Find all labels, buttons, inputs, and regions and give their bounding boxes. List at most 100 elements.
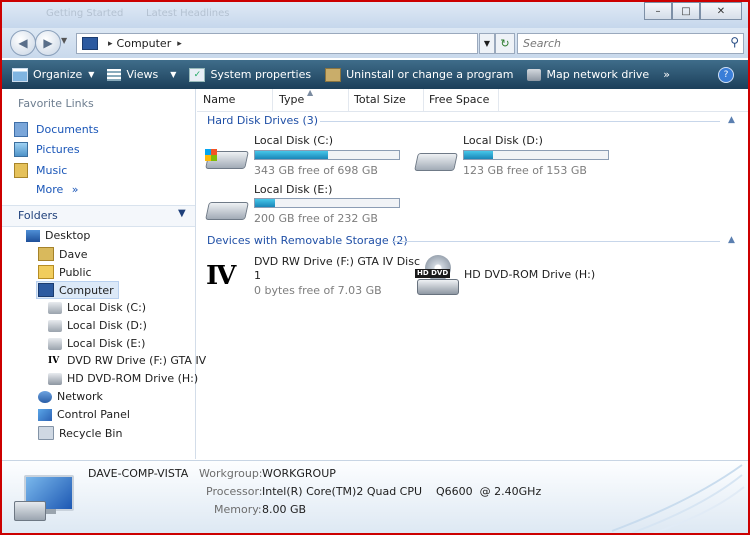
refresh-icon: ↻ [500, 37, 510, 50]
map-network-drive-button[interactable]: Map network drive [527, 68, 649, 81]
uninstall-button[interactable]: Uninstall or change a program [325, 67, 514, 82]
tree-label: HD DVD-ROM Drive (H:) [67, 372, 199, 385]
drive-name-line2: 1 [254, 269, 261, 282]
tree-item-public[interactable]: Public [38, 265, 92, 279]
drive-name-line1: DVD RW Drive (F:) GTA IV Disc [254, 255, 421, 268]
tree-label: Control Panel [57, 408, 130, 421]
forward-button[interactable]: ▶ [35, 30, 61, 56]
tree-item-recycle-bin[interactable]: Recycle Bin [38, 426, 122, 440]
tree-item-disk-c[interactable]: Local Disk (C:) [48, 301, 146, 314]
column-headers: Name ▲ Type Total Size Free Space [197, 88, 748, 112]
drive-free-space: 343 GB free of 698 GB [254, 164, 378, 177]
control-panel-icon [38, 408, 52, 421]
computer-name: DAVE-COMP-VISTA [88, 467, 189, 480]
tree-label: Dave [59, 247, 88, 261]
memory-value: 8.00 GB [262, 503, 307, 516]
background-tab-2: Latest Headlines [146, 8, 230, 19]
details-pane: DAVE-COMP-VISTA Workgroup: WORKGROUP Pro… [2, 460, 748, 533]
column-name[interactable]: Name [197, 89, 273, 111]
usage-bar-fill [255, 199, 276, 207]
hard-disk-icon [48, 301, 62, 314]
system-properties-label: System properties [210, 68, 312, 81]
command-bar: Organize ▼ Views ▼ ✓ System properties U… [2, 60, 748, 89]
drive-name: Local Disk (D:) [463, 134, 543, 147]
column-label: Name [203, 93, 236, 106]
back-arrow-icon: ◀ [18, 36, 28, 50]
group-removable-storage[interactable]: Devices with Removable Storage (2) [207, 234, 408, 247]
toolbar-overflow-button[interactable]: » [663, 68, 670, 81]
views-button[interactable]: Views ▼ [107, 68, 176, 81]
close-button[interactable]: ✕ [700, 2, 742, 20]
column-type[interactable]: ▲ Type [273, 88, 349, 111]
breadcrumb-computer[interactable]: Computer [117, 37, 172, 50]
help-button[interactable]: ? [718, 67, 734, 83]
breadcrumb-separator[interactable]: ▸ [177, 39, 182, 49]
hard-disk-icon [414, 151, 458, 171]
group-hard-disk-drives[interactable]: Hard Disk Drives (3) [207, 114, 318, 127]
usage-bar [254, 198, 400, 208]
processor-value: Intel(R) Core(TM)2 Quad CPU Q6600 @ 2.40… [262, 485, 542, 498]
system-properties-button[interactable]: ✓ System properties [189, 67, 312, 82]
tree-item-control-panel[interactable]: Control Panel [38, 408, 130, 421]
organize-icon [12, 67, 28, 82]
tree-label: Network [57, 390, 103, 403]
tree-item-network[interactable]: Network [38, 390, 103, 403]
column-label: Free Space [429, 93, 490, 106]
minimize-button[interactable]: – [644, 2, 672, 20]
hard-disk-icon [205, 149, 249, 169]
folders-header[interactable]: Folders ▼ [2, 205, 195, 227]
computer-icon [82, 37, 98, 50]
chevron-down-icon: ▼ [178, 208, 186, 219]
organize-label: Organize [33, 68, 83, 81]
tree-item-dave[interactable]: Dave [38, 247, 88, 261]
drive-free-space: 123 GB free of 153 GB [463, 164, 587, 177]
vista-swoosh-decoration [611, 464, 745, 533]
favorite-music[interactable]: Music [14, 163, 67, 178]
column-total-size[interactable]: Total Size [348, 89, 424, 111]
tree-label: Computer [59, 283, 114, 297]
workgroup-value: WORKGROUP [262, 467, 336, 480]
refresh-button[interactable]: ↻ [495, 33, 515, 54]
breadcrumb-separator[interactable]: ▸ [108, 39, 113, 49]
recent-pages-dropdown[interactable]: ▼ [61, 36, 67, 45]
usage-bar-fill [255, 151, 329, 159]
window-controls: – □ ✕ [644, 2, 742, 20]
collapse-icon[interactable]: ▲ [728, 115, 735, 125]
tree-item-computer[interactable]: Computer [36, 281, 119, 299]
maximize-button[interactable]: □ [672, 2, 700, 20]
map-network-drive-label: Map network drive [546, 68, 650, 81]
favorite-label: Pictures [36, 143, 80, 156]
memory-label: Memory: [214, 503, 262, 516]
uninstall-label: Uninstall or change a program [346, 68, 514, 81]
processor-label: Processor: [206, 485, 263, 498]
drive-name: Local Disk (E:) [254, 183, 333, 196]
group-divider [392, 241, 720, 242]
collapse-icon[interactable]: ▲ [728, 235, 735, 245]
tree-item-disk-e[interactable]: Local Disk (E:) [48, 337, 145, 350]
search-input[interactable]: Search ⚲ [517, 33, 744, 54]
tree-label: Recycle Bin [59, 426, 123, 440]
hard-disk-icon [48, 337, 62, 350]
user-folder-icon [38, 247, 54, 261]
favorite-label: Music [36, 164, 68, 177]
overflow-label: » [663, 68, 670, 81]
tree-item-desktop[interactable]: Desktop [26, 229, 90, 242]
back-button[interactable]: ◀ [10, 30, 36, 56]
organize-button[interactable]: Organize ▼ [12, 67, 94, 82]
tree-item-dvd-f[interactable]: IV DVD RW Drive (F:) GTA IV [48, 354, 206, 367]
more-links-button[interactable]: More » [36, 183, 79, 196]
tree-item-disk-d[interactable]: Local Disk (D:) [48, 319, 147, 332]
column-free-space[interactable]: Free Space [423, 89, 499, 111]
favorite-pictures[interactable]: Pictures [14, 142, 80, 157]
favorite-documents[interactable]: Documents [14, 122, 99, 137]
gta-iv-logo: IV [206, 261, 236, 291]
tree-item-hddvd-h[interactable]: HD DVD-ROM Drive (H:) [48, 372, 198, 385]
address-dropdown-button[interactable]: ▼ [479, 33, 495, 54]
folders-title: Folders [18, 209, 58, 222]
search-icon[interactable]: ⚲ [730, 35, 739, 49]
folder-icon [38, 265, 54, 279]
drive-free-space: 200 GB free of 232 GB [254, 212, 378, 225]
computer-icon [38, 283, 54, 297]
address-bar[interactable]: ▸ Computer ▸ [76, 33, 478, 54]
favorite-links-title: Favorite Links [18, 97, 94, 110]
